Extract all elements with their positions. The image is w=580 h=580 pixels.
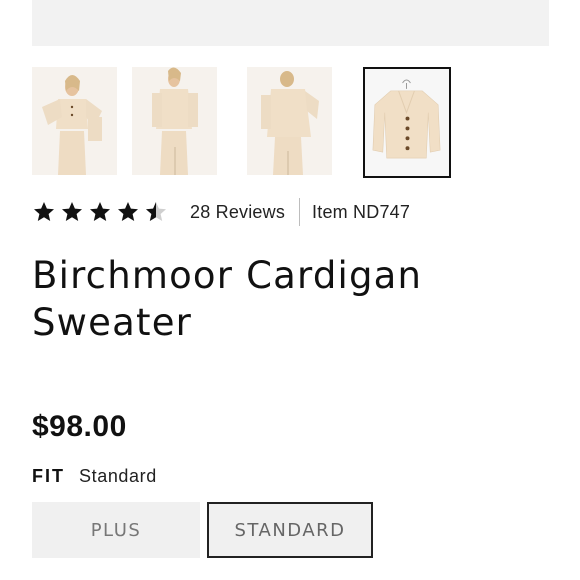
half-star-icon <box>146 202 166 221</box>
fit-label: FIT <box>32 466 65 486</box>
star-rating[interactable] <box>32 200 168 224</box>
thumbnail-model-side[interactable] <box>132 67 217 175</box>
star-icon <box>118 202 138 221</box>
fit-option-plus-button[interactable]: PLUS <box>32 502 200 558</box>
thumbnail-model-front[interactable] <box>32 67 117 175</box>
fit-row: FIT Standard <box>32 466 157 487</box>
hero-image-area <box>32 0 549 46</box>
reviews-link[interactable]: 28 Reviews <box>190 202 285 223</box>
thumbnail-model-back[interactable] <box>247 67 332 175</box>
fit-option-standard-button[interactable]: STANDARD <box>207 502 373 558</box>
cardigan-image <box>365 69 449 176</box>
product-title: Birchmoor Cardigan Sweater <box>32 252 552 346</box>
model-front-image <box>32 67 117 175</box>
model-back-image <box>247 67 332 175</box>
rating-row: 28 Reviews Item ND747 <box>32 196 410 228</box>
item-number: Item ND747 <box>312 201 411 222</box>
thumbnail-strip <box>0 67 580 179</box>
thumbnail-product-flat[interactable] <box>363 67 451 178</box>
star-icon <box>90 202 110 221</box>
product-title-line1: Birchmoor Cardigan <box>32 254 423 297</box>
product-title-line2: Sweater <box>32 301 193 344</box>
divider <box>299 198 301 226</box>
model-side-image <box>132 67 217 175</box>
star-icon <box>34 202 54 221</box>
product-price: $98.00 <box>32 410 127 443</box>
fit-value: Standard <box>79 466 157 486</box>
star-icon <box>62 202 82 221</box>
